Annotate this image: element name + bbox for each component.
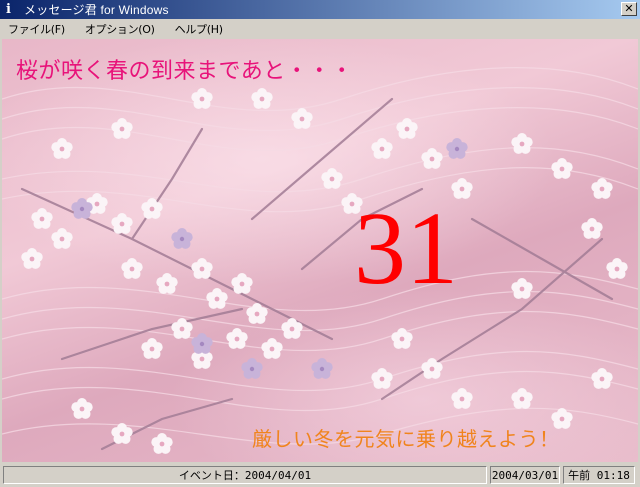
menu-help[interactable]: ヘルプ(H) (175, 21, 223, 37)
info-icon[interactable]: i (6, 2, 18, 17)
close-button[interactable]: ✕ (621, 2, 637, 16)
title-bar[interactable]: i メッセージ君 for Windows ✕ (0, 0, 640, 19)
status-current-time: 午前 01:18 (563, 466, 635, 484)
status-bar: イベント日：2004/04/01 2004/03/01 午前 01:18 (0, 463, 640, 487)
footer-message: 厳しい冬を元気に乗り越えよう！ (252, 427, 560, 451)
app-window: i メッセージ君 for Windows ✕ ファイル(F) オプション(O) … (0, 0, 640, 487)
menu-options[interactable]: オプション(O) (85, 21, 155, 37)
menu-file[interactable]: ファイル(F) (8, 21, 65, 37)
message-display: 桜が咲く春の到来まであと・・・ 31 厳しい冬を元気に乗り越えよう！ (2, 39, 638, 462)
window-title: メッセージ君 for Windows (24, 3, 169, 17)
countdown-days: 31 (354, 191, 458, 306)
cherry-blossom-background (2, 67, 638, 454)
status-event-date: イベント日：2004/04/01 (3, 466, 487, 484)
status-current-date: 2004/03/01 (490, 466, 560, 484)
headline-text: 桜が咲く春の到来まであと・・・ (16, 59, 354, 84)
close-icon: ✕ (624, 2, 634, 15)
menu-bar: ファイル(F) オプション(O) ヘルプ(H) (0, 19, 640, 38)
